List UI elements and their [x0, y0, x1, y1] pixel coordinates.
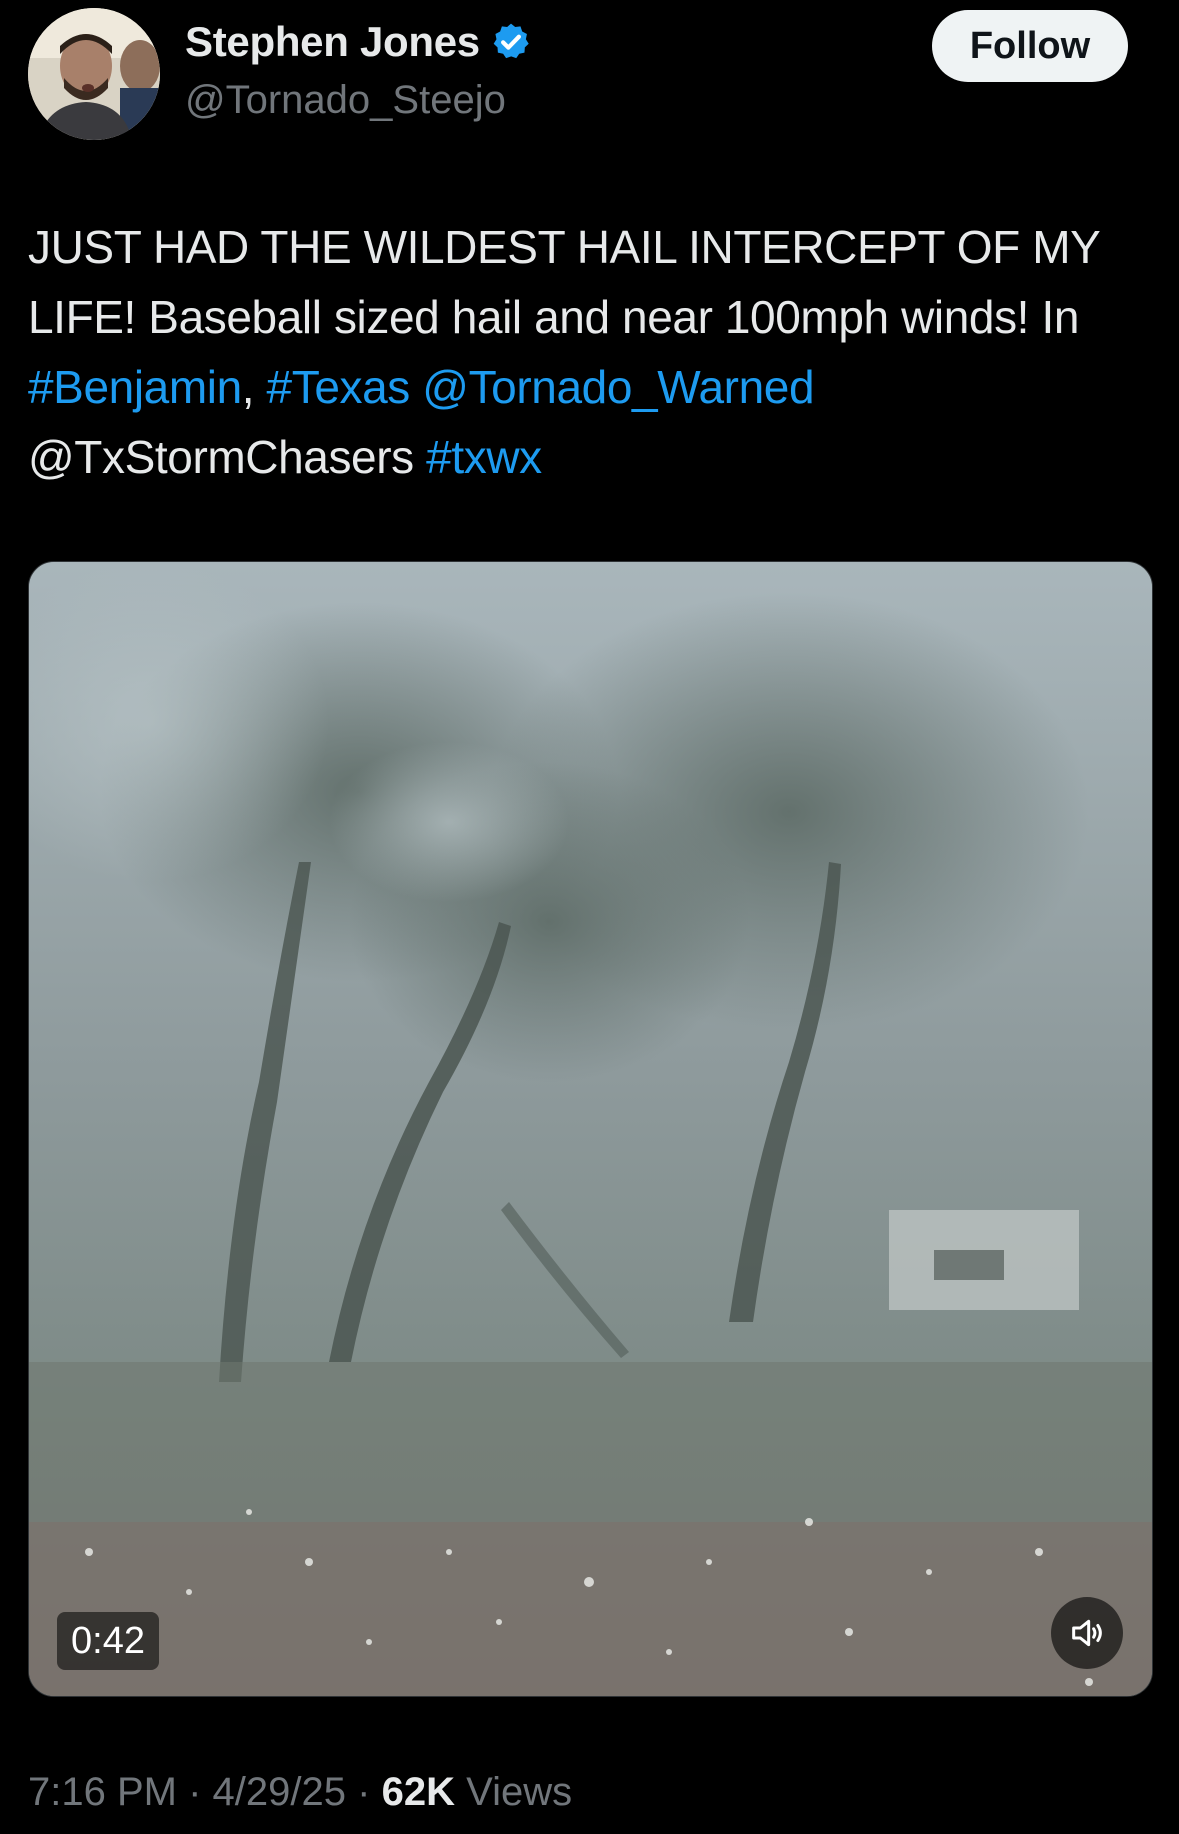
avatar[interactable]: [28, 8, 160, 140]
video-frame: [29, 562, 1152, 1696]
tweet-text-segment: [410, 361, 422, 413]
hashtag-link[interactable]: #txwx: [426, 431, 542, 483]
speaker-muted-icon: [1072, 1619, 1102, 1647]
tweet-meta: 7:16 PM · 4/29/25 · 62K Views: [28, 1770, 572, 1815]
tweet-text-segment: JUST HAD THE WILDEST HAIL INTERCEPT OF M…: [28, 221, 1100, 343]
hashtag-link[interactable]: #Benjamin: [28, 361, 242, 413]
author-display-name[interactable]: Stephen Jones: [185, 18, 480, 66]
tweet-date[interactable]: 4/29/25: [213, 1770, 346, 1814]
author-name-row[interactable]: Stephen Jones: [185, 18, 532, 66]
tweet-text-segment: ,: [241, 361, 267, 413]
views-count: 62K: [381, 1770, 455, 1814]
meta-separator: ·: [188, 1770, 202, 1814]
author-handle[interactable]: @Tornado_Steejo: [185, 78, 506, 123]
mention-link[interactable]: @Tornado_Warned: [422, 361, 814, 413]
meta-separator: ·: [357, 1770, 371, 1814]
views-label: Views: [466, 1770, 573, 1814]
avatar-image: [28, 8, 160, 140]
tweet-time[interactable]: 7:16 PM: [28, 1770, 177, 1814]
video-duration-badge: 0:42: [57, 1612, 159, 1670]
mute-toggle-button[interactable]: [1051, 1597, 1123, 1669]
tweet-text: JUST HAD THE WILDEST HAIL INTERCEPT OF M…: [28, 212, 1168, 492]
follow-button[interactable]: Follow: [932, 10, 1128, 82]
video-player[interactable]: 0:42: [28, 561, 1153, 1697]
tweet-text-segment: @TxStormChasers: [28, 431, 427, 483]
hashtag-link[interactable]: #Texas: [267, 361, 411, 413]
verified-badge-icon: [490, 21, 532, 63]
